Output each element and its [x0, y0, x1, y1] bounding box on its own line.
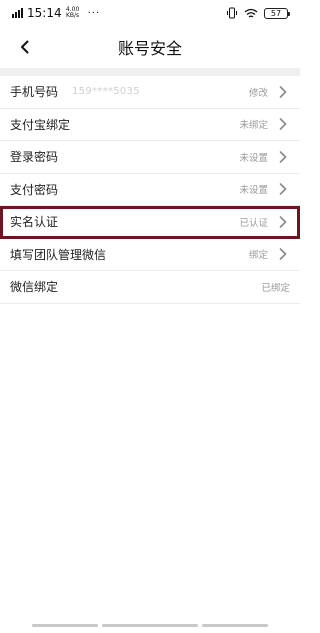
- vibrate-icon: [227, 7, 237, 19]
- chevron-right-icon: [276, 247, 290, 261]
- row-label: 实名认证: [10, 215, 59, 230]
- row-label: 登录密码: [10, 150, 59, 165]
- battery-icon: 57: [264, 7, 290, 19]
- row-status: 已认证: [239, 217, 268, 229]
- status-bar: 15:14 4.00 KB/s ··· 57: [0, 0, 300, 26]
- row-label: 支付宝绑定: [10, 117, 71, 132]
- section-divider: [0, 68, 300, 76]
- status-left: 15:14 4.00 KB/s ···: [12, 6, 100, 20]
- row-label: 微信绑定: [10, 280, 59, 295]
- row-wechat-bind[interactable]: 微信绑定 已绑定: [0, 271, 300, 304]
- row-status: 已绑定: [261, 282, 290, 294]
- row-team-wechat[interactable]: 填写团队管理微信 绑定: [0, 239, 300, 271]
- row-status: 未设置: [239, 152, 268, 164]
- phone-number: 159****5035: [72, 86, 140, 98]
- row-phone[interactable]: 手机号码 159****5035 修改: [0, 76, 300, 109]
- row-label: 填写团队管理微信: [10, 247, 107, 262]
- status-time: 15:14: [27, 6, 62, 20]
- gesture-bar: [32, 624, 268, 627]
- row-label: 手机号码: [10, 85, 59, 100]
- chevron-right-icon: [276, 182, 290, 196]
- row-login-password[interactable]: 登录密码 未设置: [0, 141, 300, 174]
- row-alipay[interactable]: 支付宝绑定 未绑定: [0, 109, 300, 141]
- network-speed: 4.00 KB/s: [66, 7, 80, 19]
- chevron-right-icon: [276, 150, 290, 164]
- nav-bar: 账号安全: [0, 26, 300, 68]
- row-real-name[interactable]: 实名认证 已认证: [0, 206, 300, 239]
- page-title: 账号安全: [117, 39, 182, 58]
- status-right: 57: [226, 7, 290, 19]
- row-status: 未设置: [239, 185, 268, 197]
- row-label: 支付密码: [10, 182, 59, 197]
- row-pay-password[interactable]: 支付密码 未设置: [0, 174, 300, 206]
- row-status: 未绑定: [239, 120, 268, 132]
- more-notifications-icon: ···: [87, 7, 101, 19]
- row-status: 绑定: [248, 250, 268, 262]
- signal-icon: [12, 8, 23, 18]
- chevron-right-icon: [276, 117, 290, 131]
- back-arrow-icon: [21, 40, 29, 54]
- network-speed-unit: KB/s: [65, 12, 80, 19]
- chevron-right-icon: [276, 85, 290, 99]
- row-status: 修改: [248, 87, 268, 99]
- back-button[interactable]: [10, 32, 40, 62]
- settings-list: 手机号码 159****5035 修改 支付宝绑定 未绑定 登录密码 未设置 支…: [0, 76, 300, 304]
- wifi-icon: [244, 8, 258, 18]
- chevron-right-icon: [276, 215, 290, 229]
